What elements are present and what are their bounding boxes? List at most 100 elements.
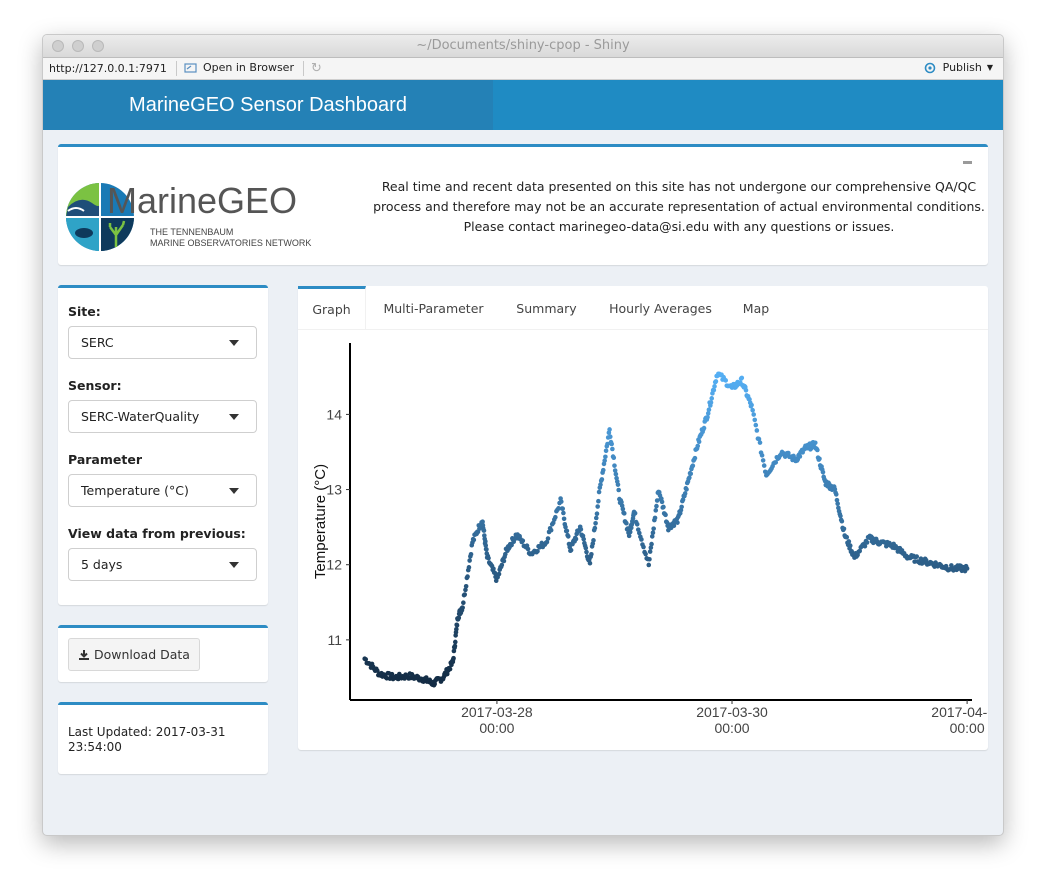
data-point xyxy=(578,527,584,532)
data-point xyxy=(650,530,656,536)
data-point xyxy=(595,504,600,509)
disclaimer-text: Real time and recent data presented on t… xyxy=(373,179,985,234)
data-point xyxy=(679,504,684,510)
data-point xyxy=(647,549,653,554)
data-point xyxy=(454,623,460,628)
data-point xyxy=(607,434,613,440)
publish-icon xyxy=(924,62,935,73)
data-point xyxy=(602,458,607,463)
app-window: ~/Documents/shiny-cpop - Shiny http://12… xyxy=(42,34,1004,836)
open-in-browser-label: Open in Browser xyxy=(203,61,294,74)
data-point xyxy=(639,537,644,542)
app-header: MarineGEO Sensor Dashboard xyxy=(43,80,1003,130)
url-text[interactable]: http://127.0.0.1:7971 xyxy=(49,62,167,75)
data-point xyxy=(659,499,665,505)
data-point xyxy=(598,482,603,487)
site-value: SERC xyxy=(81,335,114,350)
data-point xyxy=(750,407,755,413)
data-point xyxy=(713,379,719,384)
tab-map[interactable]: Map xyxy=(731,286,781,329)
window-titlebar: ~/Documents/shiny-cpop - Shiny xyxy=(43,35,1003,58)
data-point xyxy=(739,375,745,381)
data-point xyxy=(634,521,640,527)
data-point xyxy=(568,547,574,553)
data-point xyxy=(573,536,579,542)
data-point xyxy=(463,583,469,589)
window-title: ~/Documents/shiny-cpop - Shiny xyxy=(416,38,630,53)
data-point xyxy=(759,453,765,458)
data-point xyxy=(589,551,594,557)
data-point xyxy=(692,455,698,461)
sensor-select[interactable]: SERC-WaterQuality xyxy=(68,400,257,433)
data-point xyxy=(599,477,605,482)
x-tick-label: 2017-03-30 xyxy=(696,704,768,720)
data-point xyxy=(581,536,586,542)
data-point xyxy=(587,560,593,566)
data-point xyxy=(583,545,589,551)
viewer-toolbar: http://127.0.0.1:7971 Open in Browser ↻ … xyxy=(43,58,1003,80)
tab-hourly-averages[interactable]: Hourly Averages xyxy=(598,286,723,329)
publish-label: Publish xyxy=(942,61,982,74)
download-icon xyxy=(79,649,90,660)
tab-summary[interactable]: Summary xyxy=(503,286,590,329)
tab-graph[interactable]: Graph xyxy=(298,286,366,329)
data-point xyxy=(706,407,712,413)
sensor-label: Sensor: xyxy=(68,378,122,393)
data-point xyxy=(696,439,702,445)
data-point xyxy=(833,492,839,497)
marinegeo-logo: MarineGEO THE TENNENBAUM MARINE OBSERVAT… xyxy=(66,180,311,251)
tab-panel: Graph Multi-Parameter Summary Hourly Ave… xyxy=(298,286,988,750)
data-point xyxy=(688,471,694,477)
data-point xyxy=(460,605,465,610)
data-point xyxy=(520,538,526,544)
chevron-down-icon xyxy=(229,340,239,346)
logo-wordmark: MarineGEO xyxy=(107,180,297,221)
data-point xyxy=(709,396,715,401)
logo-tagline-1: THE TENNENBAUM xyxy=(150,227,233,237)
refresh-icon[interactable]: ↻ xyxy=(311,61,322,76)
data-point xyxy=(467,558,472,563)
data-point xyxy=(838,513,843,519)
parameter-select[interactable]: Temperature (°C) xyxy=(68,474,257,507)
data-point xyxy=(565,534,571,539)
data-point xyxy=(452,639,458,645)
data-point xyxy=(841,526,847,532)
data-point xyxy=(535,548,540,554)
data-point xyxy=(548,527,554,533)
publish-dropdown-icon[interactable]: ▼ xyxy=(987,63,993,72)
last-updated-text: Last Updated: 2017-03-31 23:54:00 xyxy=(68,725,226,754)
tab-multi-parameter[interactable]: Multi-Parameter xyxy=(371,286,496,329)
publish-button[interactable]: Publish ▼ xyxy=(922,61,993,74)
data-point xyxy=(652,515,658,521)
data-point xyxy=(641,544,646,550)
period-select[interactable]: 5 days xyxy=(68,548,257,581)
data-point xyxy=(754,428,760,433)
data-point xyxy=(558,499,564,504)
data-point xyxy=(653,508,659,513)
data-point xyxy=(695,443,701,449)
data-point xyxy=(712,384,717,389)
open-in-browser-button[interactable]: Open in Browser xyxy=(184,61,294,74)
data-point xyxy=(616,487,621,493)
data-point xyxy=(817,456,822,462)
data-point xyxy=(471,537,477,543)
site-select[interactable]: SERC xyxy=(68,326,257,359)
data-point xyxy=(462,592,468,597)
data-point xyxy=(654,503,659,509)
data-point xyxy=(651,526,656,531)
app-title: MarineGEO Sensor Dashboard xyxy=(43,80,493,130)
data-point xyxy=(661,504,666,510)
data-point xyxy=(743,387,749,393)
data-point xyxy=(610,446,615,452)
download-data-button[interactable]: Download Data xyxy=(68,638,200,671)
x-tick-label-time: 00:00 xyxy=(950,720,985,736)
data-point xyxy=(466,565,472,570)
data-point xyxy=(468,551,474,557)
data-point xyxy=(815,447,820,453)
data-point xyxy=(835,501,840,506)
collapse-icon[interactable] xyxy=(963,161,972,164)
data-point xyxy=(560,506,565,511)
data-point xyxy=(456,615,462,621)
last-updated-box: Last Updated: 2017-03-31 23:54:00 xyxy=(58,702,268,774)
data-point xyxy=(646,562,652,568)
